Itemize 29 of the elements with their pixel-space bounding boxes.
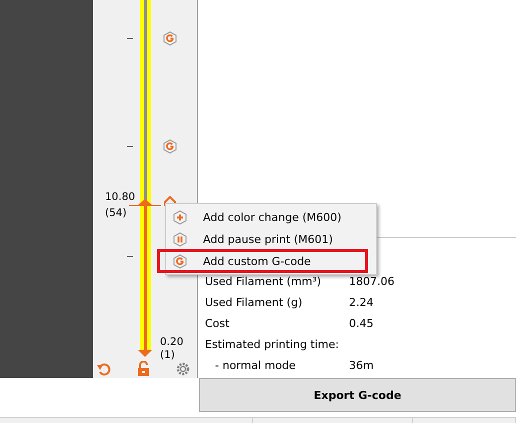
layer-height-label: 0.20 [160, 336, 184, 349]
unlocked-padlock-icon[interactable] [137, 361, 150, 376]
tick-mark [127, 38, 133, 39]
layer-number-label: (54) [105, 207, 127, 220]
plus-hexagon-icon[interactable] [173, 210, 187, 224]
tick-mark [127, 146, 133, 147]
stat-label: Used Filament (g) [205, 295, 304, 311]
undo-icon[interactable] [97, 362, 111, 376]
gcode-hexagon-icon[interactable] [163, 31, 177, 46]
tick-mark [127, 256, 133, 257]
menu-item[interactable]: Add custom G-code [158, 250, 367, 272]
menu-item[interactable]: Add color change (M600) [166, 206, 376, 228]
export-gcode-button[interactable]: Export G-code [199, 378, 516, 412]
stat-label: Used Filament (mm³) [205, 274, 322, 290]
stat-value: 36m [349, 359, 374, 372]
gcode-hexagon-icon[interactable] [173, 254, 187, 268]
settings-icon[interactable] [176, 362, 190, 376]
gcode-hexagon-icon[interactable] [163, 139, 177, 154]
stat-label: Cost [205, 316, 230, 332]
stat-value: 1807.06 [349, 275, 394, 288]
stat-label: - normal mode [214, 358, 297, 374]
menu-item[interactable]: Add pause print (M601) [166, 228, 376, 250]
stat-value: 2.24 [349, 296, 374, 309]
layer-height-label: 10.80 [105, 191, 136, 204]
pause-hexagon-icon[interactable] [173, 232, 187, 246]
stat-value: 0.45 [349, 317, 374, 330]
lower-handle-icon[interactable] [138, 350, 152, 358]
stat-label: Estimated printing time: [205, 337, 340, 353]
layer-number-label: (1) [160, 349, 175, 362]
